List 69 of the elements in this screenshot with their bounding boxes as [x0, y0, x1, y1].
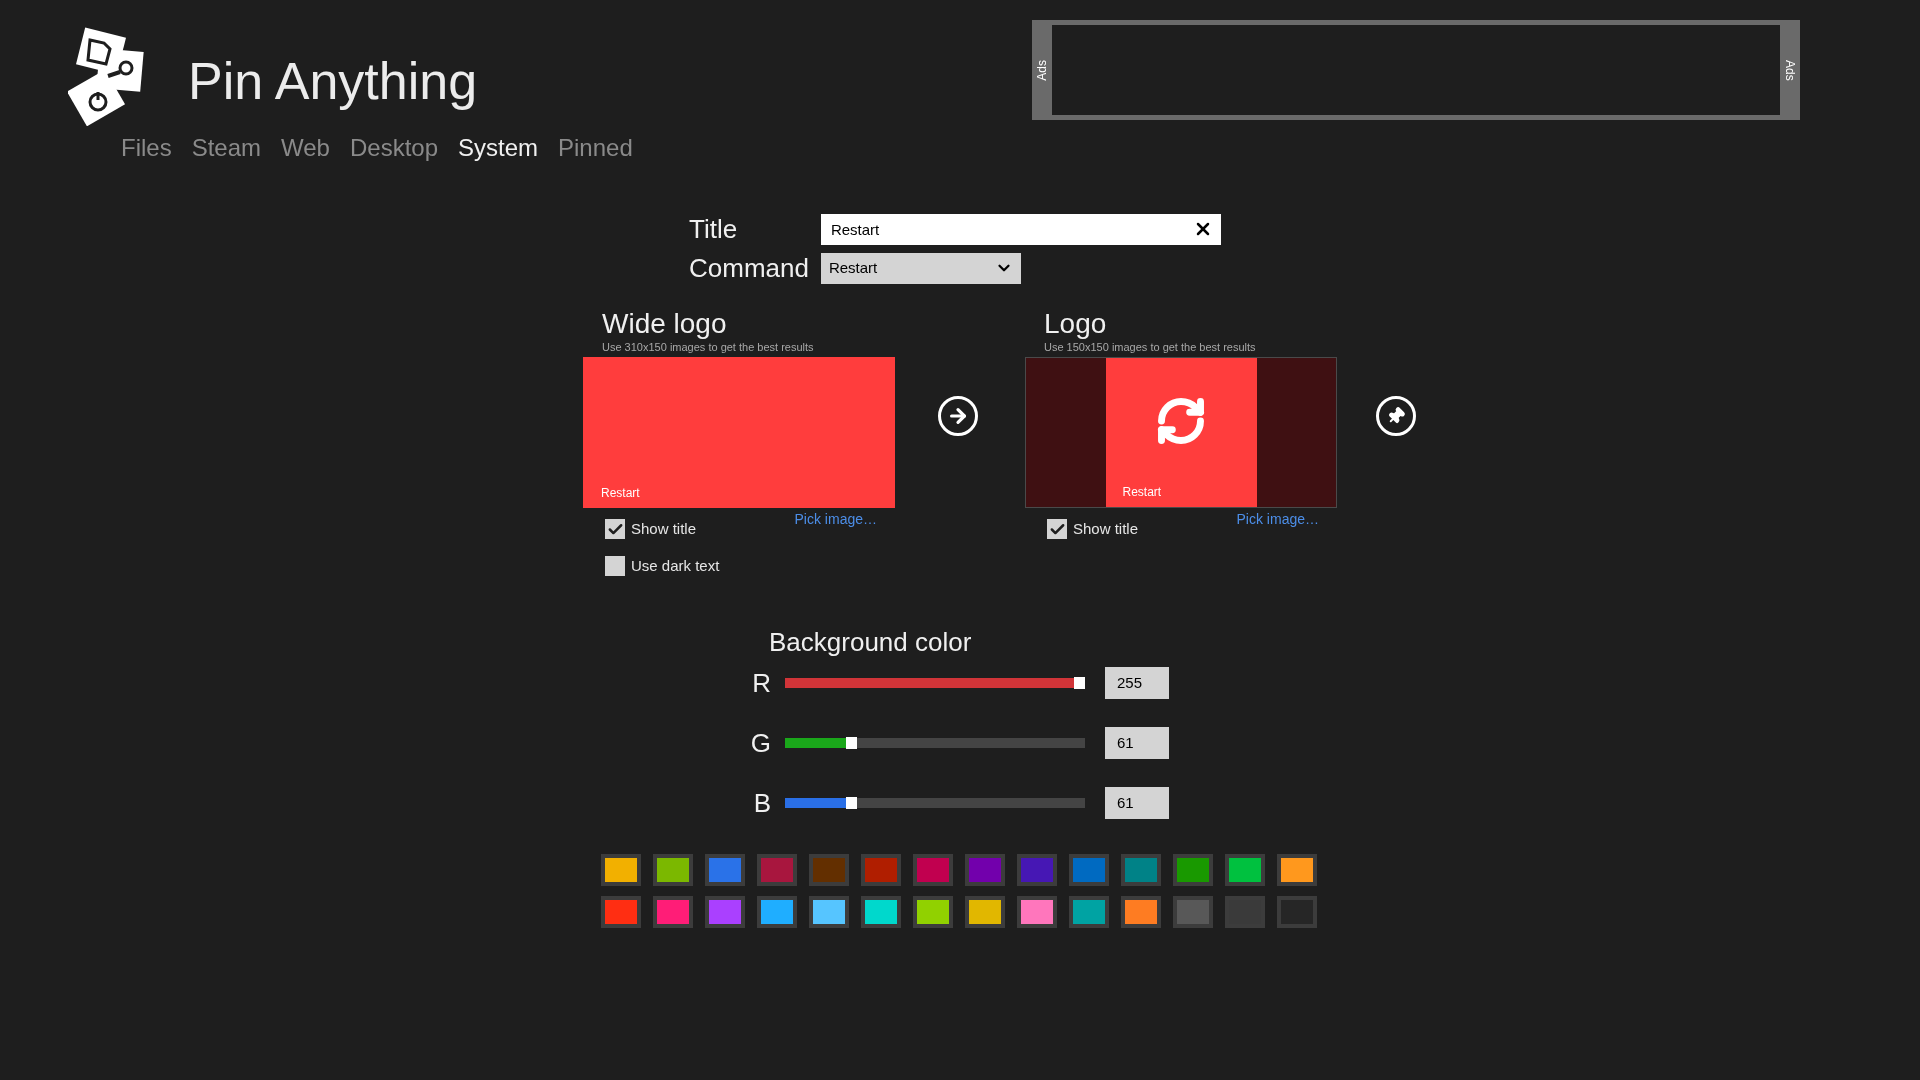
color-swatch[interactable]	[653, 854, 693, 886]
color-swatch[interactable]	[809, 854, 849, 886]
color-swatch[interactable]	[861, 896, 901, 928]
color-swatch[interactable]	[913, 896, 953, 928]
color-swatch[interactable]	[1017, 854, 1057, 886]
nav-tab[interactable]: Files	[121, 132, 172, 164]
color-swatch[interactable]	[1121, 896, 1161, 928]
color-swatch[interactable]	[1017, 896, 1057, 928]
checkbox-label: Show title	[1073, 518, 1139, 539]
color-swatch[interactable]	[1225, 854, 1265, 886]
channel-label: G	[749, 727, 772, 759]
channel-value-field[interactable]: 61	[1105, 727, 1169, 759]
section-hint: Use 310x150 images to get the best results	[602, 340, 815, 354]
color-swatch[interactable]	[757, 896, 797, 928]
color-slider[interactable]	[785, 798, 1085, 808]
color-swatch[interactable]	[601, 854, 641, 886]
color-slider[interactable]	[785, 738, 1085, 748]
color-swatch[interactable]	[913, 854, 953, 886]
color-swatch[interactable]	[705, 854, 745, 886]
channel-value-field[interactable]: 61	[1105, 787, 1169, 819]
color-swatch[interactable]	[705, 896, 745, 928]
nav-tab[interactable]: System	[458, 132, 539, 164]
nav-tab[interactable]: Desktop	[349, 132, 438, 164]
section-heading: Wide logo	[602, 308, 728, 340]
color-swatch[interactable]	[1173, 854, 1213, 886]
channel-label: B	[752, 787, 772, 819]
slider-thumb[interactable]	[846, 797, 857, 809]
color-swatch[interactable]	[601, 896, 641, 928]
checkbox-label: Use dark text	[631, 555, 720, 576]
color-swatch[interactable]	[757, 854, 797, 886]
slider-thumb[interactable]	[1074, 677, 1085, 689]
app-title: Pin Anything	[188, 51, 478, 112]
color-swatch[interactable]	[1069, 854, 1109, 886]
ad-label: Ads	[1782, 59, 1798, 81]
color-swatch[interactable]	[965, 854, 1005, 886]
nav-tab[interactable]: Steam	[191, 132, 262, 164]
section-hint: Use 150x150 images to get the best results	[1044, 340, 1257, 354]
color-swatch[interactable]	[653, 896, 693, 928]
pick-image-link[interactable]: Pick image…	[794, 508, 877, 530]
color-swatch[interactable]	[1277, 854, 1317, 886]
command-dropdown[interactable]: Restart	[820, 252, 1021, 284]
section-heading: Background color	[769, 626, 973, 658]
nav-tab[interactable]: Pinned	[558, 132, 633, 164]
color-swatch[interactable]	[861, 854, 901, 886]
color-swatch[interactable]	[1173, 896, 1213, 928]
tile-title: Restart	[601, 485, 640, 502]
field-label: Title	[689, 213, 739, 246]
nav-tab[interactable]: Web	[281, 132, 330, 164]
pin-button[interactable]	[1376, 396, 1416, 436]
slider-thumb[interactable]	[846, 737, 857, 749]
title-field[interactable]: Restart	[820, 213, 1221, 245]
color-swatch[interactable]	[965, 896, 1005, 928]
section-heading: Logo	[1044, 308, 1108, 340]
checkbox[interactable]	[605, 556, 625, 576]
checkbox[interactable]	[605, 519, 625, 539]
checkbox[interactable]	[1047, 519, 1067, 539]
color-swatch[interactable]	[1225, 896, 1265, 928]
field-label: Command	[689, 252, 809, 285]
color-swatch[interactable]	[1121, 854, 1161, 886]
tile-title: Restart	[1122, 484, 1162, 501]
next-button[interactable]	[938, 396, 978, 436]
color-swatch[interactable]	[809, 896, 849, 928]
ad-label: Ads	[1034, 59, 1050, 81]
channel-value-field[interactable]: 255	[1105, 667, 1169, 699]
pick-image-link[interactable]: Pick image…	[1236, 508, 1319, 530]
checkbox-label: Show title	[631, 518, 697, 539]
color-swatch[interactable]	[1277, 896, 1317, 928]
color-swatch[interactable]	[1069, 896, 1109, 928]
channel-label: R	[751, 667, 772, 699]
